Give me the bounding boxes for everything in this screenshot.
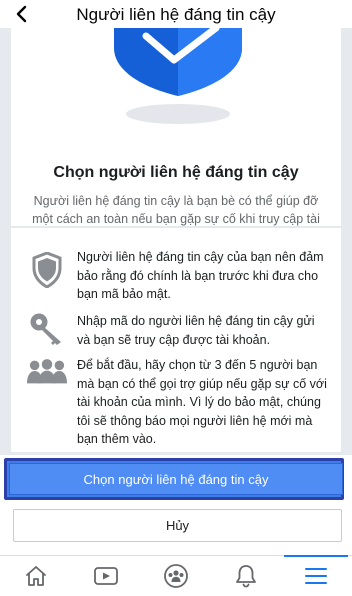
menu-icon <box>305 568 327 584</box>
info-item-text: Người liên hệ đáng tin cậy của bạn nên đ… <box>77 250 324 301</box>
nav-menu[interactable] <box>284 555 348 594</box>
key-icon <box>30 313 61 345</box>
page-title: Người liên hệ đáng tin cậy <box>76 5 276 24</box>
nav-groups[interactable] <box>158 558 194 594</box>
choose-trusted-contacts-button[interactable]: Chọn người liên hệ đáng tin cậy <box>9 463 343 495</box>
info-item-text: Nhập mã do người liên hệ đáng tin cậy gử… <box>77 314 315 347</box>
back-button[interactable] <box>8 0 36 28</box>
home-icon <box>26 566 46 586</box>
intro-card: Chọn người liên hệ đáng tin cậy Người li… <box>11 28 341 244</box>
people-icon <box>27 359 67 384</box>
shield-illustration-icon <box>114 28 242 124</box>
intro-title: Chọn người liên hệ đáng tin cậy <box>53 164 299 181</box>
cancel-button[interactable]: Hủy <box>13 509 342 542</box>
info-card: Người liên hệ đáng tin cậy của bạn nên đ… <box>11 228 341 452</box>
nav-notifications[interactable] <box>228 558 264 594</box>
video-icon <box>94 567 118 585</box>
chevron-left-icon <box>16 5 27 23</box>
groups-icon <box>164 564 188 588</box>
bottom-navigation <box>0 555 352 596</box>
shield-icon <box>32 252 62 288</box>
header-bar: Người liên hệ đáng tin cậy <box>0 0 352 28</box>
nav-video[interactable] <box>88 558 124 594</box>
nav-home[interactable] <box>18 558 54 594</box>
info-item-text: Để bắt đầu, hãy chọn từ 3 đến 5 người bạ… <box>77 358 327 446</box>
action-area: Chọn người liên hệ đáng tin cậy Hủy <box>0 455 352 555</box>
bell-icon <box>236 565 256 588</box>
